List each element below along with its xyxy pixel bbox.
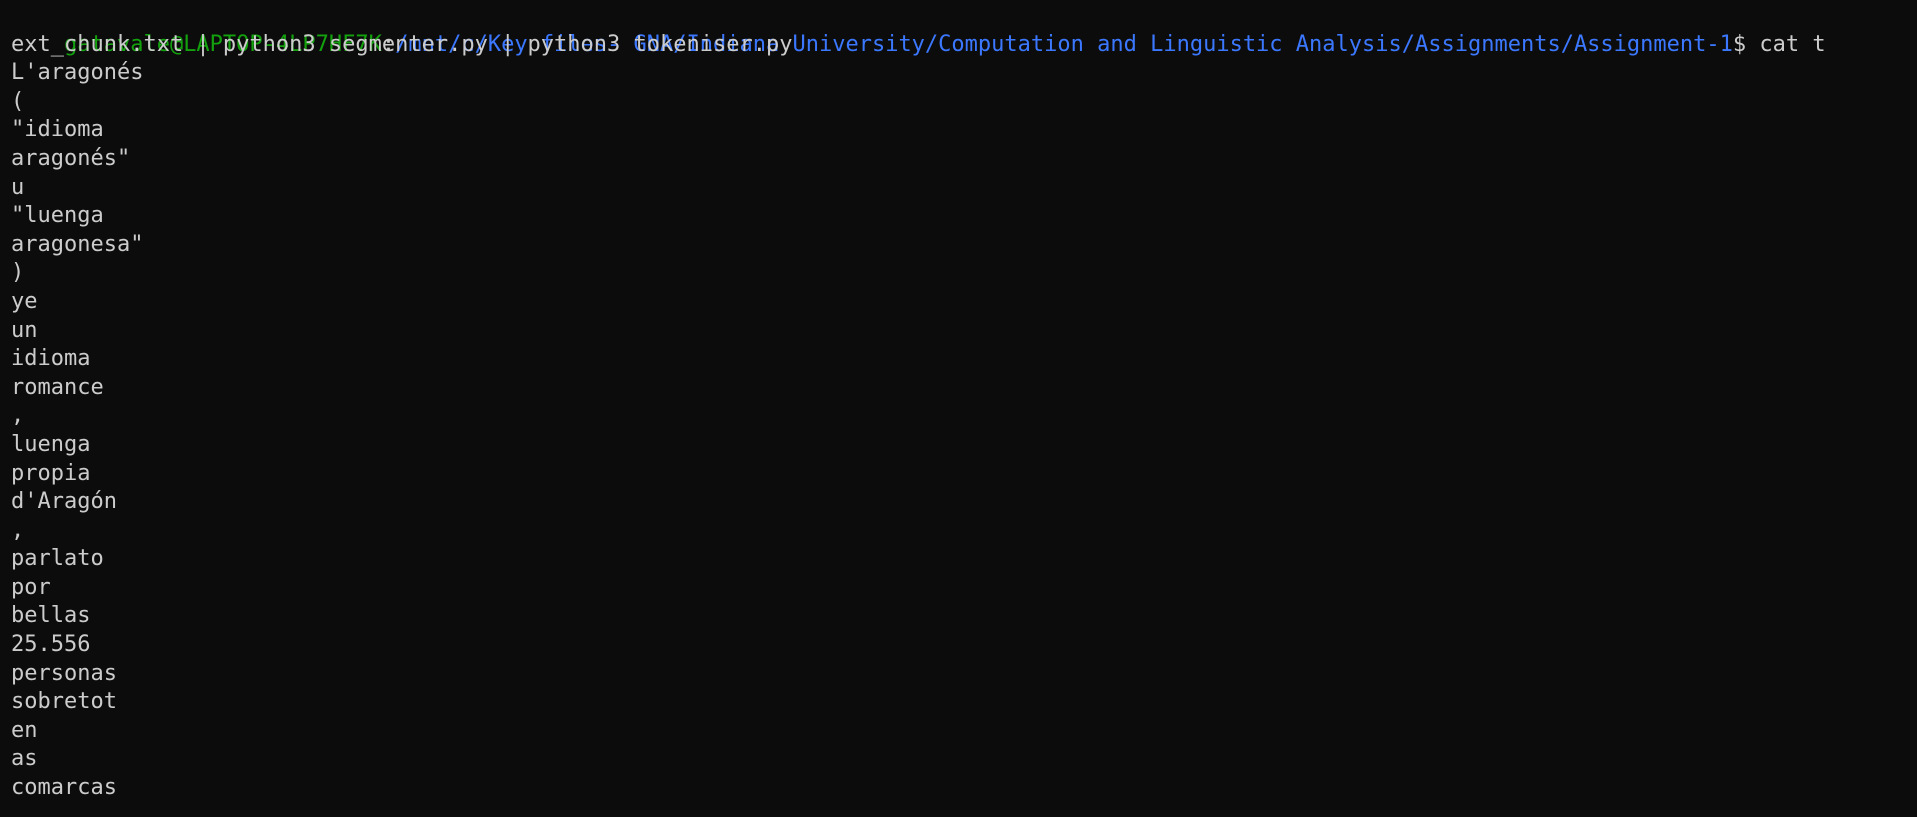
output-line: un — [11, 317, 38, 343]
output-line: por — [11, 574, 51, 600]
output-line: aragonés" — [11, 145, 131, 171]
output-line: , — [11, 403, 25, 429]
output-line: idioma — [11, 346, 91, 372]
output-line: L'aragonés — [11, 60, 144, 86]
output-line: ( — [11, 88, 25, 114]
output-line: romance — [11, 374, 104, 400]
output-line: personas — [11, 660, 117, 686]
output-line: ) — [11, 260, 25, 286]
output-line: "idioma — [11, 117, 104, 143]
output-line: "luenga — [11, 203, 104, 229]
output-line: sobretot — [11, 689, 117, 715]
command-text: cat t — [1759, 31, 1826, 57]
output-line: bellas — [11, 603, 91, 629]
terminal-window[interactable]: gatavale@LAPTOP-4LP7HF7K:/mnt/c/Key file… — [0, 0, 1917, 817]
prompt-symbol: $ — [1732, 31, 1760, 57]
output-line: aragonesa" — [11, 231, 144, 257]
output-line: as — [11, 746, 38, 772]
output-line: 25.556 — [11, 632, 91, 658]
output-line: comarcas — [11, 775, 117, 801]
output-line: parlato — [11, 546, 104, 572]
output-line: ye — [11, 288, 38, 314]
output-line: en — [11, 717, 38, 743]
output-line: propia — [11, 460, 91, 486]
output-line: , — [11, 517, 25, 543]
output-line: u — [11, 174, 25, 200]
output-line: d'Aragón — [11, 489, 117, 515]
prompt-line: gatavale@LAPTOP-4LP7HF7K:/mnt/c/Key file… — [11, 2, 1917, 57]
output-line: luenga — [11, 431, 91, 457]
